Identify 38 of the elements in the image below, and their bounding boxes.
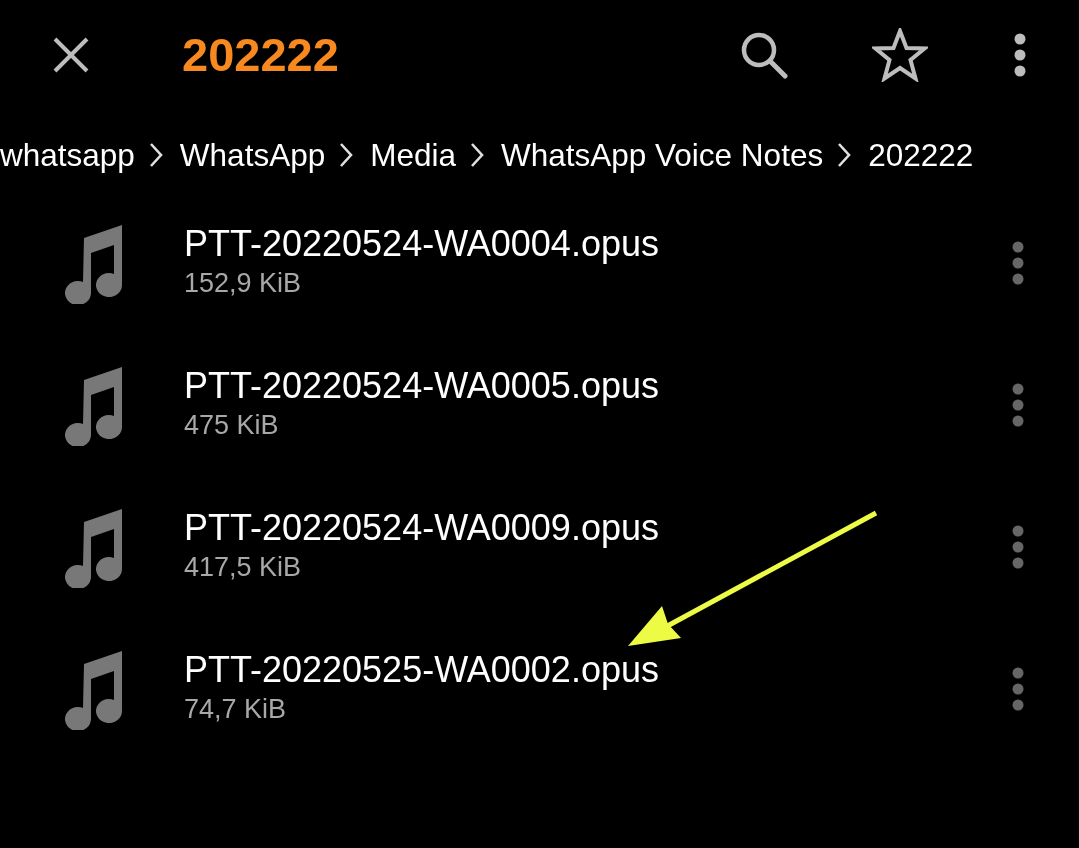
close-button[interactable]: [51, 35, 91, 75]
music-note-icon: [62, 648, 122, 730]
file-size: 152,9 KiB: [184, 267, 303, 299]
more-icon: [1012, 525, 1024, 569]
file-size: 74,7 KiB: [184, 693, 288, 725]
item-menu-button[interactable]: [1012, 667, 1024, 711]
chevron-icon: [148, 142, 163, 168]
file-name: PTT-20220524-WA0009.opus: [184, 507, 660, 549]
item-menu-button[interactable]: [1012, 525, 1024, 569]
search-icon: [740, 31, 788, 79]
breadcrumb-item[interactable]: 202222: [868, 136, 974, 174]
music-note-icon: [62, 364, 122, 446]
more-icon: [1012, 383, 1024, 427]
file-size: 475 KiB: [184, 409, 280, 441]
item-menu-button[interactable]: [1012, 383, 1024, 427]
file-size: 417,5 KiB: [184, 551, 303, 583]
close-icon: [53, 37, 89, 73]
music-note-icon: [62, 222, 122, 304]
music-note-icon: [62, 506, 122, 588]
more-icon: [1014, 33, 1026, 77]
chevron-icon: [837, 142, 852, 168]
more-options-button[interactable]: [1013, 33, 1027, 77]
favorite-button[interactable]: [871, 27, 929, 83]
file-name: PTT-20220524-WA0005.opus: [184, 365, 660, 407]
chevron-icon: [339, 142, 354, 168]
breadcrumb-item[interactable]: whatsapp: [0, 136, 135, 174]
breadcrumb-item[interactable]: WhatsApp Voice Notes: [501, 136, 824, 174]
breadcrumb-item[interactable]: WhatsApp: [179, 136, 326, 174]
file-name: PTT-20220524-WA0004.opus: [184, 223, 660, 265]
more-icon: [1012, 667, 1024, 711]
star-icon: [872, 28, 928, 82]
item-menu-button[interactable]: [1012, 241, 1024, 285]
file-name: PTT-20220525-WA0002.opus: [184, 649, 660, 691]
search-button[interactable]: [739, 30, 789, 80]
breadcrumb-item[interactable]: Media: [370, 136, 456, 174]
folder-title: 202222: [182, 27, 339, 83]
chevron-icon: [470, 142, 484, 168]
more-icon: [1012, 241, 1024, 285]
